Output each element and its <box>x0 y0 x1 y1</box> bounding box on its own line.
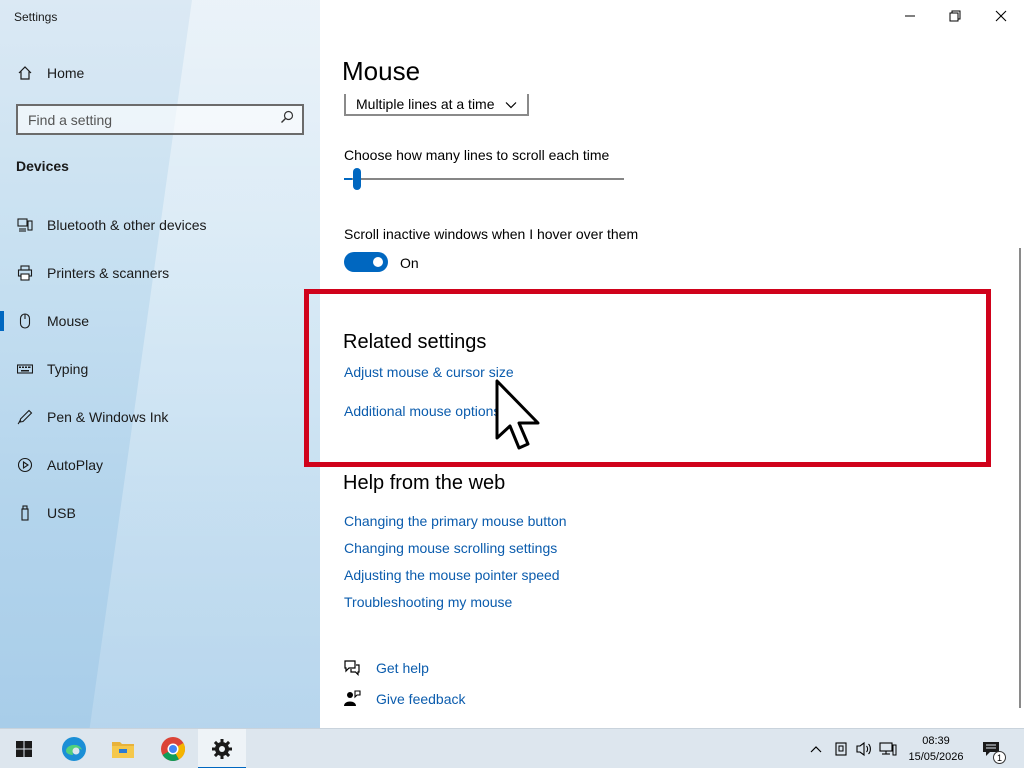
chrome-icon <box>161 737 186 762</box>
device-icon <box>835 742 847 756</box>
gear-icon <box>212 739 232 759</box>
sidebar-item-label: AutoPlay <box>47 457 104 473</box>
sidebar-item-home[interactable]: Home <box>0 55 320 91</box>
restore-icon <box>949 10 961 22</box>
sidebar-item-label: Printers & scanners <box>47 265 170 281</box>
scroll-inactive-toggle[interactable] <box>344 252 388 272</box>
printer-icon <box>17 265 33 281</box>
lines-slider-track[interactable] <box>344 178 624 180</box>
app-title: Settings <box>14 10 58 24</box>
taskbar-edge[interactable] <box>50 729 98 768</box>
keyboard-icon <box>17 361 33 377</box>
get-help-link[interactable]: Get help <box>376 660 429 676</box>
restore-button[interactable] <box>932 0 978 32</box>
edge-icon <box>62 737 86 761</box>
sidebar-item-label: Pen & Windows Ink <box>47 409 169 425</box>
sidebar-item-printers[interactable]: Printers & scanners <box>0 255 320 291</box>
help-link-pointer-speed[interactable]: Adjusting the mouse pointer speed <box>344 567 560 583</box>
autoplay-icon <box>17 457 33 473</box>
volume-button[interactable] <box>854 739 874 759</box>
taskbar-chrome[interactable] <box>149 729 197 768</box>
sidebar-item-bluetooth[interactable]: Bluetooth & other devices <box>0 207 320 243</box>
windows-logo-icon <box>16 741 32 757</box>
mouse-icon <box>17 313 33 329</box>
taskbar-file-explorer[interactable] <box>99 729 147 768</box>
give-feedback-link[interactable]: Give feedback <box>376 691 466 707</box>
sidebar-item-label: Home <box>47 65 85 81</box>
section-header-devices: Devices <box>16 158 69 174</box>
scroll-mode-value: Multiple lines at a time <box>356 96 495 112</box>
notification-count-badge: 1 <box>993 751 1006 764</box>
get-help-row[interactable]: Get help <box>343 659 429 677</box>
lines-slider-thumb[interactable] <box>353 168 362 190</box>
sidebar: Settings Home Devices Bluetooth & other … <box>0 0 320 728</box>
additional-mouse-options-link[interactable]: Additional mouse options <box>344 403 500 419</box>
scroll-mode-dropdown[interactable]: Multiple lines at a time <box>344 94 529 116</box>
sidebar-item-label: USB <box>47 505 76 521</box>
feedback-icon <box>343 690 361 708</box>
sidebar-item-label: Mouse <box>47 313 90 329</box>
mouse-pointer-icon <box>495 379 540 450</box>
lines-slider-fill <box>344 178 353 180</box>
home-icon <box>17 65 33 81</box>
usb-icon <box>17 505 33 521</box>
close-button[interactable] <box>978 0 1024 32</box>
sidebar-item-typing[interactable]: Typing <box>0 351 320 387</box>
scrollbar[interactable] <box>1019 248 1021 708</box>
chevron-down-icon <box>505 96 517 112</box>
get-help-icon <box>343 659 361 677</box>
search-box[interactable] <box>16 104 304 135</box>
search-icon[interactable] <box>280 110 294 129</box>
sidebar-item-autoplay[interactable]: AutoPlay <box>0 447 320 483</box>
start-button[interactable] <box>0 729 48 768</box>
clock-time: 08:39 <box>922 735 950 747</box>
toggle-state-label: On <box>400 255 419 271</box>
taskbar: 08:39 15/05/2026 <box>0 728 1024 768</box>
page-title: Mouse <box>342 56 421 86</box>
clock[interactable]: 08:39 15/05/2026 <box>900 733 972 765</box>
bluetooth-devices-icon <box>17 217 33 233</box>
folder-icon <box>112 742 134 758</box>
tray-device-button[interactable] <box>831 739 851 759</box>
help-link-primary-button[interactable]: Changing the primary mouse button <box>344 513 567 529</box>
network-icon <box>879 742 897 756</box>
minimize-button[interactable] <box>887 0 933 32</box>
pen-icon <box>17 409 33 425</box>
chevron-up-icon <box>810 746 822 753</box>
related-settings-heading: Related settings <box>343 331 487 353</box>
search-input[interactable] <box>28 111 268 128</box>
sidebar-item-mouse[interactable]: Mouse <box>0 303 320 339</box>
help-from-web-heading: Help from the web <box>343 472 506 494</box>
sidebar-item-label: Bluetooth & other devices <box>47 217 207 233</box>
sidebar-item-label: Typing <box>47 361 89 377</box>
adjust-cursor-size-link[interactable]: Adjust mouse & cursor size <box>344 364 514 380</box>
network-button[interactable] <box>878 739 898 759</box>
taskbar-settings[interactable] <box>198 729 246 768</box>
sidebar-item-usb[interactable]: USB <box>0 495 320 531</box>
close-icon <box>995 10 1007 22</box>
minimize-icon <box>905 15 915 17</box>
speaker-icon <box>856 741 871 757</box>
show-hidden-icons-button[interactable] <box>806 739 826 759</box>
help-link-scrolling[interactable]: Changing mouse scrolling settings <box>344 540 557 556</box>
lines-to-scroll-label: Choose how many lines to scroll each tim… <box>344 147 610 163</box>
help-link-troubleshooting[interactable]: Troubleshooting my mouse <box>344 594 512 610</box>
toggle-knob <box>373 257 383 267</box>
clock-date: 15/05/2026 <box>908 751 964 763</box>
sidebar-item-pen[interactable]: Pen & Windows Ink <box>0 399 320 435</box>
scroll-inactive-label: Scroll inactive windows when I hover ove… <box>344 226 639 242</box>
give-feedback-row[interactable]: Give feedback <box>343 690 466 708</box>
